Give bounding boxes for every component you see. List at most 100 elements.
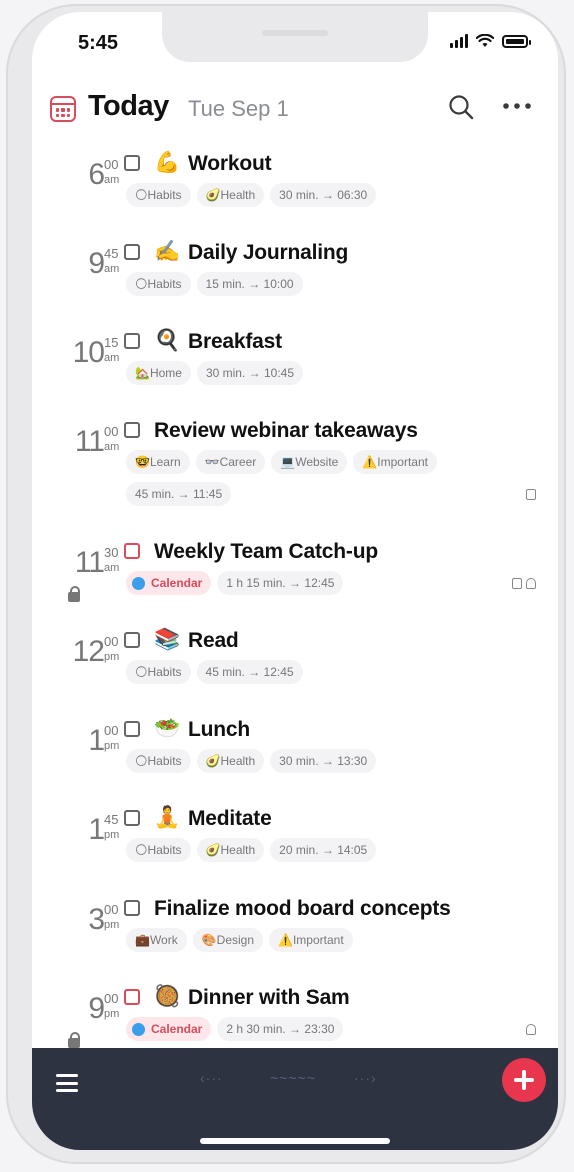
calendar-dot-icon	[132, 1022, 145, 1036]
task-emoji: 🍳	[154, 329, 181, 352]
task-aux-icons	[526, 489, 536, 500]
task-checkbox[interactable]	[124, 333, 140, 349]
time-label: 6 00 am	[88, 157, 120, 191]
header: Today Tue Sep 1	[32, 90, 558, 134]
time-label: 1 45 pm	[88, 812, 120, 846]
task-emoji: 🧘	[154, 806, 181, 829]
task-emoji: 💪	[154, 151, 181, 174]
calendar-tag-label: Calendar	[151, 576, 203, 590]
add-task-button[interactable]	[502, 1058, 546, 1102]
task-checkbox[interactable]	[124, 632, 140, 648]
lock-icon	[68, 586, 80, 602]
nav-next-icon[interactable]: ···›	[354, 1070, 377, 1086]
task-title[interactable]: Lunch	[188, 718, 250, 742]
task-title[interactable]: Meditate	[188, 807, 272, 831]
nav-today-icon[interactable]: ~~~~~	[270, 1070, 316, 1086]
task-tags: 🌕Habits 🥑Health 30 min. → 06:30	[126, 183, 377, 207]
tag[interactable]: 🌕Habits	[126, 183, 191, 207]
task-checkbox[interactable]	[124, 155, 140, 171]
tag[interactable]: 🏡Home	[126, 361, 191, 385]
tag[interactable]: 🥑Health	[196, 838, 265, 862]
status-icons	[450, 34, 531, 48]
task-checkbox[interactable]	[124, 989, 140, 1005]
time-label: 10 15 am	[72, 335, 120, 369]
task-checkbox[interactable]	[124, 721, 140, 737]
duration-tag: 30 min. → 10:45	[196, 361, 304, 385]
task-title[interactable]: Finalize mood board concepts	[154, 897, 451, 921]
battery-icon	[502, 34, 531, 48]
duration-tag: 45 min. → 11:45	[126, 482, 232, 506]
task-title[interactable]: Weekly Team Catch-up	[154, 540, 378, 564]
search-icon[interactable]	[448, 94, 474, 120]
status-time: 5:45	[78, 32, 119, 54]
task-checkbox[interactable]	[124, 244, 140, 260]
tag[interactable]: 🌕Habits	[126, 660, 191, 684]
task-title[interactable]: Daily Journaling	[188, 241, 348, 265]
task-aux-icons	[526, 1024, 536, 1035]
tag[interactable]: 🥑Health	[196, 749, 265, 773]
task-checkbox[interactable]	[124, 900, 140, 916]
tag[interactable]: 🌕Habits	[126, 272, 191, 296]
home-indicator	[200, 1138, 390, 1144]
duration-tag: 2 h 30 min. → 23:30	[217, 1017, 344, 1041]
page-date: Tue Sep 1	[188, 96, 289, 121]
task-tags: 🌕Habits 🥑Health 30 min. → 13:30	[126, 749, 377, 773]
task-tags: 🌕Habits 15 min. → 10:00	[126, 272, 303, 296]
speaker	[262, 30, 328, 36]
wifi-icon	[476, 34, 494, 47]
calendar-icon[interactable]	[50, 96, 76, 122]
task-title[interactable]: Breakfast	[188, 330, 282, 354]
tag[interactable]: 💻Website	[271, 450, 348, 474]
tag[interactable]: 🥑Health	[196, 183, 265, 207]
tag[interactable]: 🌕Habits	[126, 838, 191, 862]
time-label: 11 00 am	[74, 424, 120, 458]
duration-tag: 1 h 15 min. → 12:45	[217, 571, 344, 595]
tag[interactable]: 👓Career	[195, 450, 266, 474]
duration-tag: 15 min. → 10:00	[196, 272, 303, 296]
tag[interactable]: 💼Work	[126, 928, 187, 952]
time-label: 12 00 pm	[72, 634, 120, 668]
tag[interactable]: 🤓Learn	[126, 450, 190, 474]
task-emoji: 🥘	[154, 985, 181, 1008]
lock-icon	[68, 1032, 80, 1048]
calendar-tag[interactable]: Calendar	[126, 571, 212, 595]
bottom-toolbar: ‹··· ~~~~~ ···›	[32, 1048, 558, 1150]
more-horizontal-icon[interactable]	[502, 100, 532, 112]
task-checkbox[interactable]	[124, 422, 140, 438]
task-aux-icons	[512, 578, 536, 589]
task-tags: Calendar 1 h 15 min. → 12:45	[126, 571, 344, 595]
bell-icon	[526, 578, 536, 589]
time-label: 9 45 am	[88, 246, 120, 280]
task-emoji: 📚	[154, 628, 181, 651]
tag[interactable]: ⚠️Important	[269, 928, 353, 952]
time-label: 11 30 am	[74, 545, 120, 579]
menu-icon[interactable]	[56, 1074, 78, 1092]
task-tags: 🏡Home 30 min. → 10:45	[126, 361, 304, 385]
duration-tag: 45 min. → 12:45	[196, 660, 303, 684]
time-label: 1 00 pm	[88, 723, 120, 757]
calendar-dot-icon	[132, 576, 145, 590]
task-checkbox[interactable]	[124, 810, 140, 826]
task-title[interactable]: Dinner with Sam	[188, 986, 350, 1010]
tag[interactable]: ⚠️Important	[353, 450, 437, 474]
task-checkbox[interactable]	[124, 543, 140, 559]
task-tags: 💼Work 🎨Design ⚠️Important	[126, 928, 353, 952]
tag[interactable]: 🌕Habits	[126, 749, 191, 773]
calendar-tag-label: Calendar	[151, 1022, 203, 1036]
task-tags: 🌕Habits 🥑Health 20 min. → 14:05	[126, 838, 377, 862]
bell-icon	[526, 1024, 536, 1035]
time-label: 9 00 pm	[88, 991, 120, 1025]
note-icon	[512, 578, 522, 589]
tag[interactable]: 🎨Design	[192, 928, 264, 952]
task-tags-row2: 45 min. → 11:45	[126, 482, 232, 506]
task-title[interactable]: Read	[188, 629, 239, 653]
nav-prev-icon[interactable]: ‹···	[200, 1070, 223, 1086]
time-label: 3 00 pm	[88, 902, 120, 936]
duration-tag: 30 min. → 06:30	[270, 183, 377, 207]
note-icon	[526, 489, 536, 500]
task-title[interactable]: Workout	[188, 152, 272, 176]
task-tags: Calendar 2 h 30 min. → 23:30	[126, 1017, 344, 1041]
calendar-tag[interactable]: Calendar	[126, 1017, 212, 1041]
task-title[interactable]: Review webinar takeaways	[154, 419, 418, 443]
phone-frame: 5:45 Today Tue Sep 1 6 00 am 💪 Workout 🌕Ha…	[6, 4, 566, 1164]
